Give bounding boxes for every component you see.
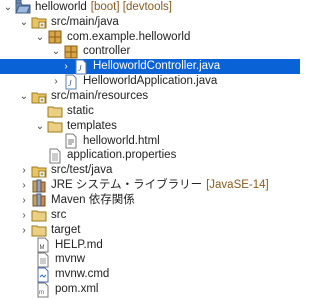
tree-item-help-md[interactable]: M HELP.md [0,237,300,253]
package-explorer-tree: ⌄ helloworld [boot] [devtools] ⌄ src/mai… [0,0,300,298]
cmd-file-icon [35,267,51,283]
folder-icon [31,207,47,223]
xml-file-icon: m [35,282,51,298]
svg-text:m: m [39,290,44,296]
tree-item-helloworld-application[interactable]: › J HelloworldApplication.java [0,74,300,90]
tree-item-package-helloworld[interactable]: ⌄ com.example.helloworld [0,30,300,45]
tree-item-pom-xml[interactable]: m pom.xml [0,282,300,298]
svg-text:M: M [40,245,45,251]
tree-item-maven-dependencies[interactable]: › Maven 依存関係 [0,193,300,208]
folder-icon [47,103,63,119]
source-folder-icon [31,163,47,179]
library-icon [31,178,47,194]
folder-icon [31,222,47,238]
folder-icon [47,118,63,134]
source-folder-icon [31,89,47,105]
tree-item-project[interactable]: ⌄ helloworld [boot] [devtools] [0,0,300,15]
tree-item-mvnw-cmd[interactable]: mvnw.cmd [0,267,300,283]
text-file-icon [35,252,51,268]
tree-item-label: pom.xml [55,283,99,296]
svg-text:J: J [78,64,82,73]
tree-item-src[interactable]: › src [0,208,300,223]
tree-item-target[interactable]: › target [0,222,300,238]
tree-item-mvnw[interactable]: mvnw [0,252,300,268]
tree-item-jre-library[interactable]: › JRE システム・ライブラリー [JavaSE-14] [0,178,300,193]
library-icon [31,192,47,208]
tree-item-application-properties[interactable]: application.properties [0,148,300,164]
markdown-file-icon: M [35,237,51,253]
tree-item-src-main-resources[interactable]: ⌄ src/main/resources [0,89,300,104]
